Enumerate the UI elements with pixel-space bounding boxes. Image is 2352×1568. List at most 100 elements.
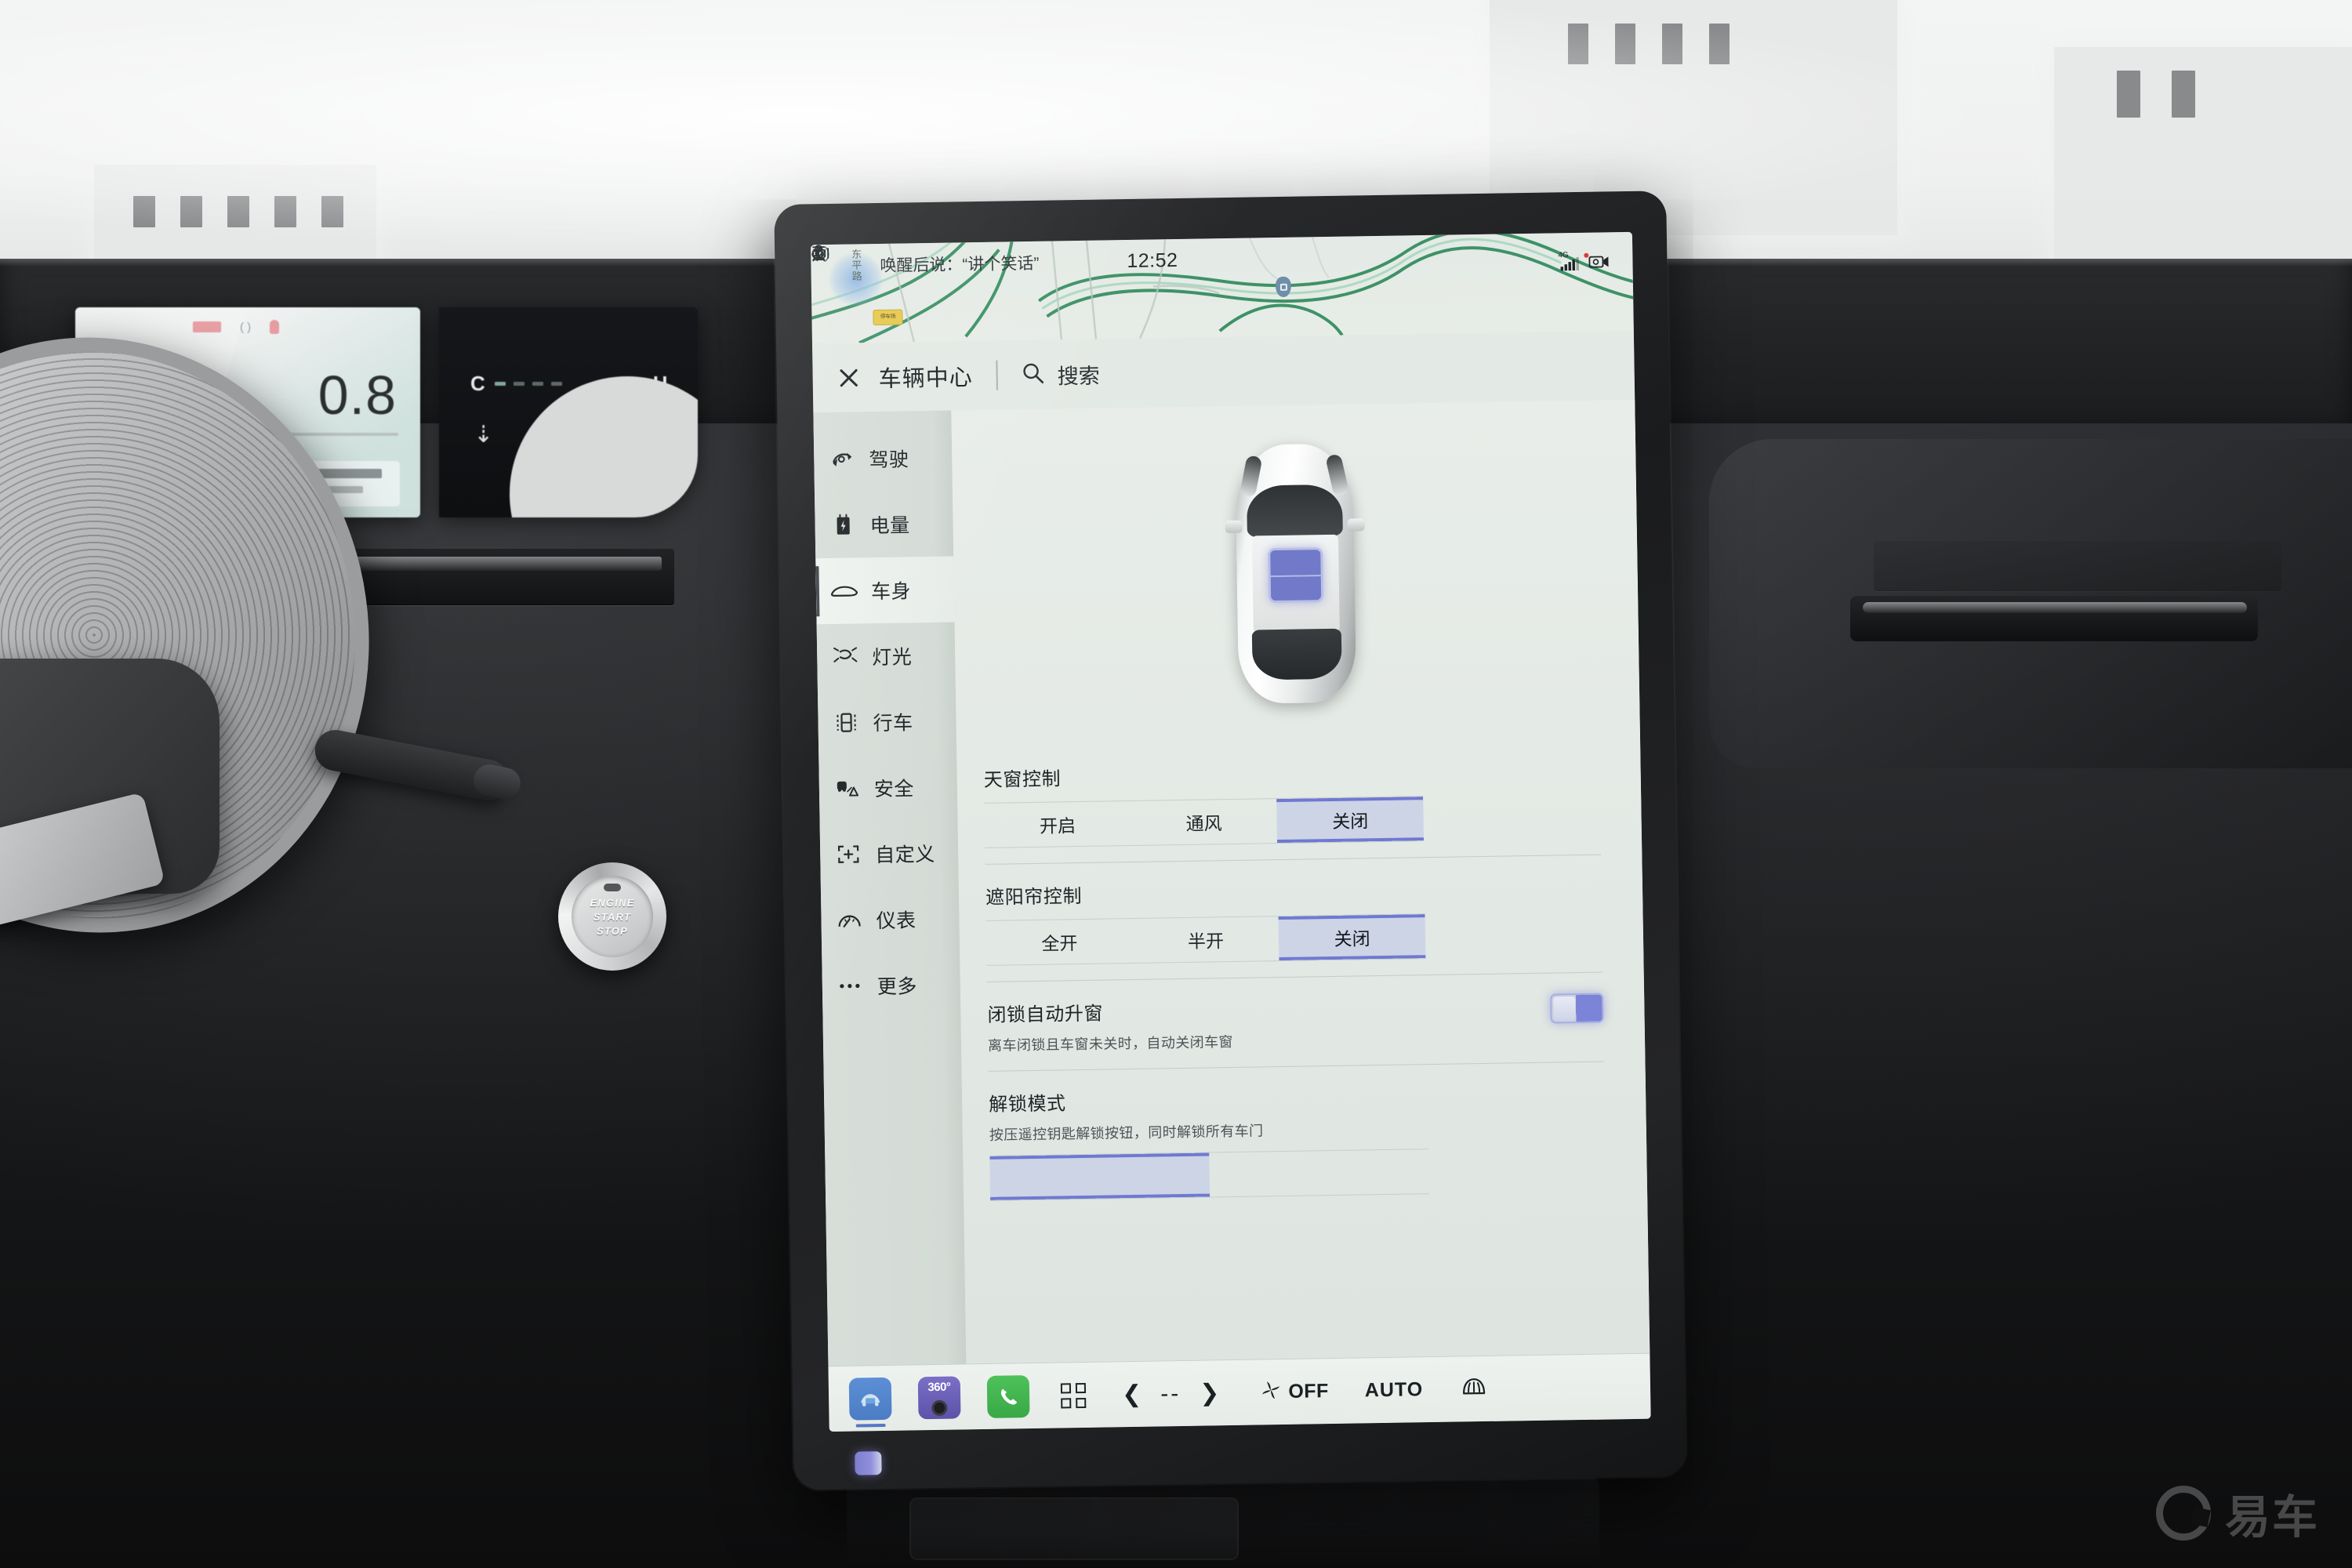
engine-start-stop-button[interactable]: ENGINE START STOP xyxy=(558,862,666,971)
rear-defrost-icon[interactable] xyxy=(1461,1376,1488,1403)
segment-option-selected[interactable] xyxy=(989,1152,1210,1200)
map-strip[interactable]: 东平路 停车场 唤醒后说：“讲个笑话” 12:52 4G xyxy=(811,231,1634,344)
setting-subtitle: 离车闭锁且车窗未关时，自动关闭车窗 xyxy=(987,1033,1234,1054)
setting-title: 天窗控制 xyxy=(983,768,1062,791)
driving-icon xyxy=(832,710,860,735)
sidebar-item-body[interactable]: 车身 xyxy=(815,556,955,625)
settings-list: 天窗控制 开启 通风 关闭 遮阳帘控制 全开 半开 关闭 闭锁自动升窗 离车闭锁… xyxy=(956,737,1647,1218)
start-button-led xyxy=(604,884,621,891)
segment-option-selected[interactable]: 关闭 xyxy=(1276,797,1425,844)
sidebar-item-gauge[interactable]: 仪表 xyxy=(821,885,960,953)
setting-auto-window-close: 闭锁自动升窗 离车闭锁且车窗未关时，自动关闭车窗 xyxy=(986,972,1605,1072)
phone-app-icon[interactable] xyxy=(986,1374,1030,1418)
car-mirror-left xyxy=(1225,520,1243,534)
steering-wheel-icon xyxy=(828,447,856,471)
gauge-cold-label: C xyxy=(470,372,485,395)
car-rear-window xyxy=(1251,628,1342,681)
setting-subtitle: 按压遥控钥匙解锁按钮，同时解锁所有车门 xyxy=(989,1123,1264,1143)
camera-360-label: 360° xyxy=(927,1380,951,1394)
sidebar-label: 更多 xyxy=(877,975,918,999)
close-icon[interactable] xyxy=(834,364,862,391)
vehicle-body-settings-panel: 天窗控制 开启 通风 关闭 遮阳帘控制 全开 半开 关闭 闭锁自动升窗 离车闭锁… xyxy=(951,399,1650,1364)
sidebar-item-custom[interactable]: 自定义 xyxy=(820,819,959,887)
sidebar-label: 自定义 xyxy=(875,843,935,867)
app-grid-icon[interactable] xyxy=(1060,1382,1087,1408)
sidebar-item-driving[interactable]: 驾驶 xyxy=(814,425,953,493)
vehicle-center-sidebar[interactable]: 驾驶 电量 车身 灯光 行车 安全 自定义 仪表 更多 xyxy=(813,410,967,1367)
vehicle-center-header: 车辆中心 搜索 xyxy=(811,330,1635,413)
yiche-circle-logo xyxy=(2155,1486,2211,1541)
setting-sunroof-control: 天窗控制 开启 通风 关闭 xyxy=(983,737,1602,865)
status-clock: 12:52 xyxy=(1127,249,1178,272)
fan-icon xyxy=(1260,1379,1283,1405)
auto-climate-button[interactable]: AUTO xyxy=(1365,1378,1424,1402)
car-body-icon xyxy=(830,579,858,603)
status-icon-group: 4G xyxy=(811,245,1618,271)
start-line-2: START xyxy=(593,910,632,923)
search-button[interactable]: 搜索 xyxy=(1021,358,1100,390)
cluster-temp-gauge-panel: C H ⇣ xyxy=(439,307,698,517)
segment-option[interactable]: 全开 xyxy=(986,919,1134,965)
segment-option-selected[interactable]: 关闭 xyxy=(1278,914,1426,961)
page-title: 车辆中心 xyxy=(878,365,973,392)
sidebar-item-more[interactable]: 更多 xyxy=(822,951,960,1019)
car-mirror-right xyxy=(1347,518,1365,532)
car-windshield xyxy=(1246,484,1343,538)
segment-option[interactable]: 通风 xyxy=(1131,799,1278,845)
fan-status-label: OFF xyxy=(1288,1380,1330,1403)
fan-control[interactable]: OFF xyxy=(1260,1378,1329,1405)
setting-title: 解锁模式 xyxy=(989,1093,1066,1116)
setting-sunshade-control: 遮阳帘控制 全开 半开 关闭 xyxy=(985,855,1603,982)
car-interior-scene: ( ) 0.8 C H ⇣ xyxy=(0,0,2352,1568)
header-divider xyxy=(996,360,998,390)
temperature-value: -- xyxy=(1160,1380,1181,1406)
sidebar-item-safety[interactable]: 安全 xyxy=(818,753,957,822)
auto-window-close-toggle[interactable] xyxy=(1550,993,1604,1024)
center-touchscreen-bezel: 东平路 停车场 唤醒后说：“讲个笑话” 12:52 4G 车辆中心 搜索 驾驶 … xyxy=(774,191,1686,1490)
cluster-speed-value: 0.8 xyxy=(318,365,397,426)
camera-360-icon[interactable]: 360° xyxy=(917,1375,961,1419)
safety-icon xyxy=(833,776,862,800)
voice-assistant-hint: 唤醒后说：“讲个笑话” xyxy=(880,254,1040,275)
temperature-control[interactable]: ❮ -- ❯ xyxy=(1122,1380,1220,1408)
start-line-1: ENGINE xyxy=(590,896,635,909)
sidebar-label: 仪表 xyxy=(876,909,916,933)
car-illustration[interactable] xyxy=(951,400,1640,748)
start-line-3: STOP xyxy=(597,924,628,937)
sidebar-label: 安全 xyxy=(873,778,915,801)
setting-title: 遮阳帘控制 xyxy=(985,885,1083,909)
setting-unlock-mode: 解锁模式 按压遥控钥匙解锁按钮，同时解锁所有车门 xyxy=(989,1062,1607,1217)
arrow-down-icon: ⇣ xyxy=(474,422,494,448)
segment-option[interactable]: 半开 xyxy=(1132,916,1279,963)
unlock-mode-segmented-control[interactable] xyxy=(989,1149,1430,1201)
sidebar-label: 驾驶 xyxy=(869,448,909,472)
sidebar-item-lights[interactable]: 灯光 xyxy=(817,622,956,690)
segment-option[interactable]: 开启 xyxy=(984,801,1131,848)
chevron-left-icon[interactable]: ❮ xyxy=(1122,1381,1142,1406)
sidebar-item-drive[interactable]: 行车 xyxy=(818,688,956,756)
sidebar-label: 行车 xyxy=(873,712,913,735)
customize-icon xyxy=(834,842,862,866)
battery-charge-icon xyxy=(829,513,857,537)
setting-title: 闭锁自动升窗 xyxy=(987,1003,1104,1026)
sunroof-segmented-control[interactable]: 开启 通风 关闭 xyxy=(984,796,1425,848)
map-poi-marker[interactable]: 停车场 xyxy=(873,309,903,326)
chevron-right-icon[interactable]: ❯ xyxy=(1200,1380,1220,1406)
gauge-icon xyxy=(835,908,863,932)
cluster-warning-icons: ( ) xyxy=(193,320,280,334)
vehicle-center-body: 驾驶 电量 车身 灯光 行车 安全 自定义 仪表 更多 天窗控制 开启 通风 关… xyxy=(813,399,1650,1367)
watermark-text: 易车 xyxy=(2224,1492,2319,1543)
vehicle-app-icon[interactable] xyxy=(848,1377,892,1421)
sunshade-segmented-control[interactable]: 全开 半开 关闭 xyxy=(985,913,1426,966)
more-dots-icon xyxy=(837,974,865,998)
console-storage-tray xyxy=(909,1497,1239,1560)
headlight-icon xyxy=(831,644,859,669)
watermark: 易车 xyxy=(2155,1480,2319,1546)
bottom-dock[interactable]: 360° ❮ -- ❯ OFF AUTO xyxy=(828,1352,1651,1432)
search-label: 搜索 xyxy=(1057,364,1100,388)
infotainment-screen[interactable]: 东平路 停车场 唤醒后说：“讲个笑话” 12:52 4G 车辆中心 搜索 驾驶 … xyxy=(811,231,1651,1432)
sidebar-item-battery[interactable]: 电量 xyxy=(815,491,953,559)
segment-option[interactable] xyxy=(1209,1149,1429,1196)
car-sunroof-highlight[interactable] xyxy=(1268,547,1324,604)
screen-status-indicator-led xyxy=(855,1451,882,1475)
